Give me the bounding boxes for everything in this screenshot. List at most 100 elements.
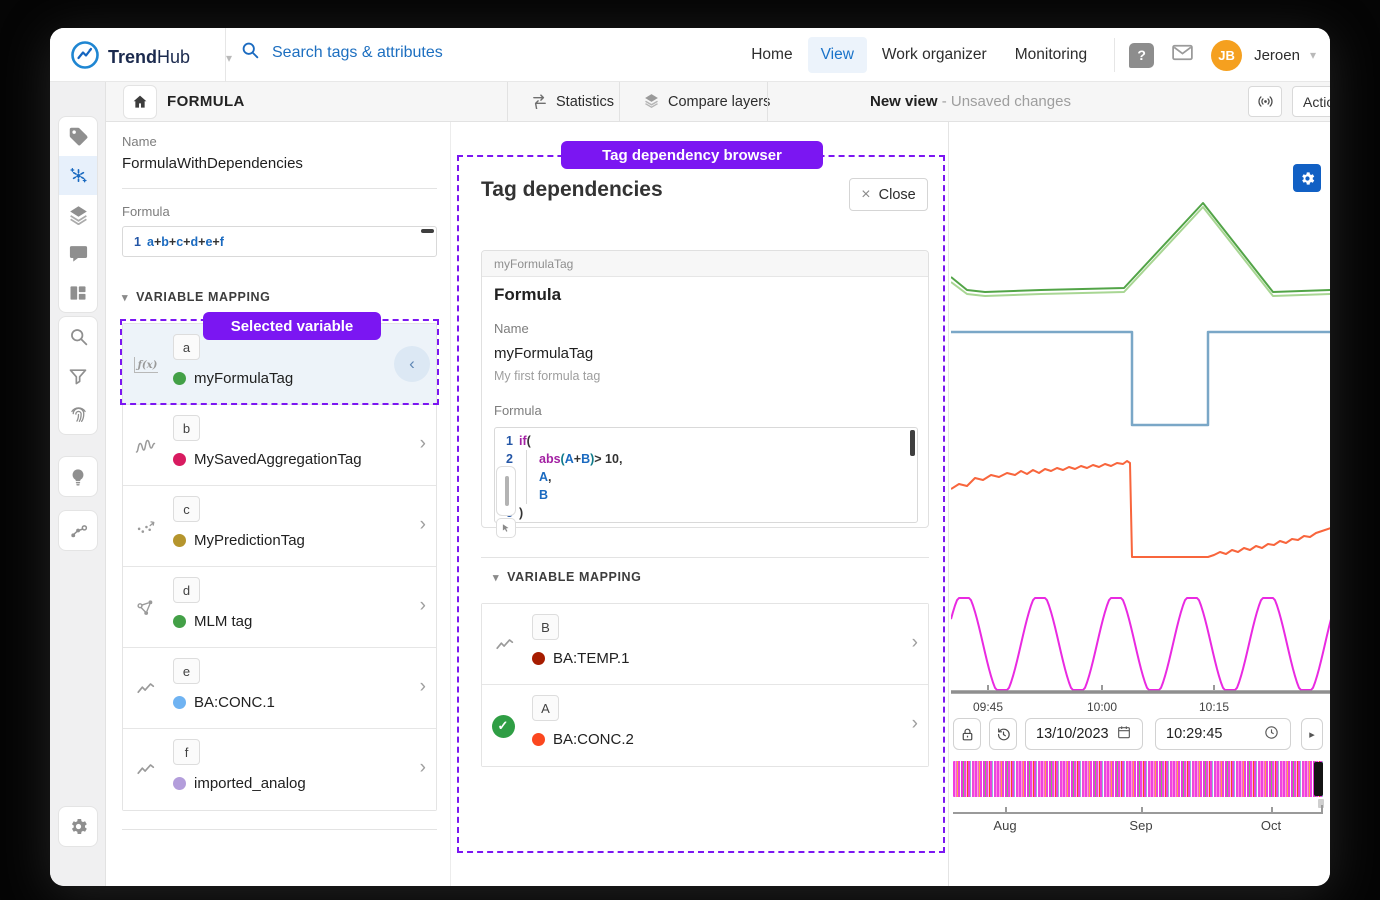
step-forward-button[interactable]: ▸: [1301, 718, 1323, 750]
search-icon[interactable]: [59, 317, 97, 356]
tag-description: My first formula tag: [494, 369, 600, 383]
tag-name: BA:CONC.2: [532, 731, 634, 748]
expand-chevron[interactable]: ›: [420, 676, 426, 698]
broadcast-button[interactable]: [1248, 86, 1282, 117]
variable-letter-badge: f: [173, 739, 200, 765]
divider: [619, 82, 620, 122]
filter-icon[interactable]: [59, 356, 97, 395]
scrollbar-thumb[interactable]: [421, 229, 434, 233]
expand-chevron[interactable]: ›: [420, 514, 426, 536]
checked-icon: ✓: [490, 713, 516, 739]
expand-chevron[interactable]: ›: [420, 595, 426, 617]
selected-variable-callout: Selected variable: [203, 312, 381, 340]
tag-name: BA:TEMP.1: [532, 650, 629, 667]
dashboards-icon[interactable]: [59, 273, 97, 312]
tag-name-value: myFormulaTag: [494, 345, 593, 362]
variable-row-B[interactable]: BBA:TEMP.1›: [482, 604, 928, 685]
rail-group: [58, 116, 98, 313]
history-button[interactable]: [989, 718, 1017, 750]
variable-letter-badge: d: [173, 577, 200, 603]
code-line: 4B: [495, 486, 917, 504]
scroll-thumb[interactable]: [505, 476, 509, 506]
code-line: 2abs(A+B)> 10,: [495, 450, 917, 468]
avatar[interactable]: JB: [1211, 40, 1242, 71]
tag-color-dot: [532, 652, 545, 665]
context-overview-strip[interactable]: [953, 761, 1323, 797]
context-axis-line: [953, 812, 1323, 814]
variable-row-d[interactable]: dMLM tag›: [123, 567, 436, 648]
nav-item-home[interactable]: Home: [738, 37, 805, 73]
user-caret-icon[interactable]: ▾: [1310, 48, 1316, 62]
gear-icon[interactable]: [59, 807, 97, 846]
variable-row-b[interactable]: bMySavedAggregationTag›: [123, 405, 436, 486]
context-axis-end-tick: [1321, 805, 1323, 814]
dependency-formula-editor[interactable]: 1if(2abs(A+B)> 10,3A,4B5): [494, 427, 918, 523]
tag-dependency-panel: Tag dependency browser Tag dependencies …: [450, 122, 948, 886]
help-button[interactable]: ?: [1129, 43, 1154, 68]
context-month-label: Oct: [1261, 818, 1281, 833]
statistics-button[interactable]: Statistics: [519, 82, 626, 122]
calendar-icon: [1116, 724, 1132, 744]
expand-chevron[interactable]: ›: [912, 632, 918, 654]
variable-letter-badge: A: [532, 695, 559, 721]
tag-name: MyPredictionTag: [173, 532, 305, 549]
divider: [507, 82, 508, 122]
name-label: Name: [494, 321, 529, 336]
suggestions-icon[interactable]: [59, 457, 97, 496]
variable-mapping-header[interactable]: ▾ VARIABLE MAPPING: [493, 570, 642, 584]
home-button[interactable]: [123, 85, 157, 119]
formula-name-value: FormulaWithDependencies: [122, 155, 303, 172]
variable-row-A[interactable]: ✓ A BA:CONC.2 ›: [482, 685, 928, 766]
nav-item-work-organizer[interactable]: Work organizer: [869, 37, 1000, 73]
panel-scroll-widget[interactable]: [496, 466, 516, 538]
code-line: 5): [495, 504, 917, 522]
code-line: 3A,: [495, 468, 917, 486]
formula-tag-card: myFormulaTag Formula Name myFormulaTag M…: [481, 250, 929, 528]
expand-chevron[interactable]: ›: [420, 757, 426, 779]
brand[interactable]: TrendHub ▾: [70, 40, 232, 75]
nav-item-monitoring[interactable]: Monitoring: [1002, 37, 1100, 73]
compare-layers-button[interactable]: Compare layers: [631, 82, 782, 122]
expand-chevron[interactable]: ›: [912, 713, 918, 735]
brand-caret-icon[interactable]: ▾: [226, 51, 232, 65]
search-icon: [240, 40, 260, 65]
blue-line: [951, 332, 1330, 425]
time-tick-label: 10:15: [1199, 700, 1229, 714]
tags-icon[interactable]: [59, 117, 97, 156]
close-icon: ×: [861, 186, 870, 204]
card-section-title: Formula: [494, 285, 561, 305]
close-button[interactable]: × Close: [849, 178, 928, 211]
nav-item-view[interactable]: View: [808, 37, 867, 73]
view-title: New view - Unsaved changes: [870, 93, 1071, 110]
variable-mapping-header[interactable]: ▾ VARIABLE MAPPING: [122, 290, 271, 304]
expand-chevron[interactable]: ›: [420, 433, 426, 455]
fingerprint-icon[interactable]: [59, 395, 97, 434]
global-search[interactable]: [240, 40, 550, 65]
app-window: TrendHub ▾ HomeViewWork organizerMonitor…: [50, 28, 1330, 886]
variable-row-e[interactable]: eBA:CONC.1›: [123, 648, 436, 729]
mail-icon[interactable]: [1170, 40, 1195, 70]
variable-row-c[interactable]: cMyPredictionTag›: [123, 486, 436, 567]
trend-chart[interactable]: [951, 158, 1330, 698]
variable-row-f[interactable]: fimported_analog›: [123, 729, 436, 810]
tag-dependency-browser-callout: Tag dependency browser: [561, 141, 823, 169]
user-name[interactable]: Jeroen: [1254, 47, 1300, 64]
layers-icon[interactable]: [59, 195, 97, 234]
time-field[interactable]: 10:29:45: [1155, 718, 1291, 750]
formulas-icon[interactable]: [59, 156, 97, 195]
comments-icon[interactable]: [59, 234, 97, 273]
ml-models-icon[interactable]: [59, 511, 97, 550]
search-input[interactable]: [270, 43, 550, 63]
lock-button[interactable]: [953, 718, 981, 750]
tag-color-dot: [173, 615, 186, 628]
trend-tag-icon: [492, 632, 518, 658]
date-field[interactable]: 13/10/2023: [1025, 718, 1143, 750]
cursor-handle[interactable]: [496, 518, 516, 538]
collapse-chevron[interactable]: ‹: [394, 346, 430, 382]
actions-button[interactable]: Actions▾: [1292, 86, 1330, 117]
chart-settings-button[interactable]: [1293, 164, 1321, 192]
formula-editor[interactable]: 1a+b+c+d+e+f: [122, 226, 437, 257]
collapse-icon: ▾: [122, 291, 128, 304]
scrollbar-thumb[interactable]: [910, 430, 915, 456]
context-range-handle[interactable]: [1314, 762, 1323, 796]
